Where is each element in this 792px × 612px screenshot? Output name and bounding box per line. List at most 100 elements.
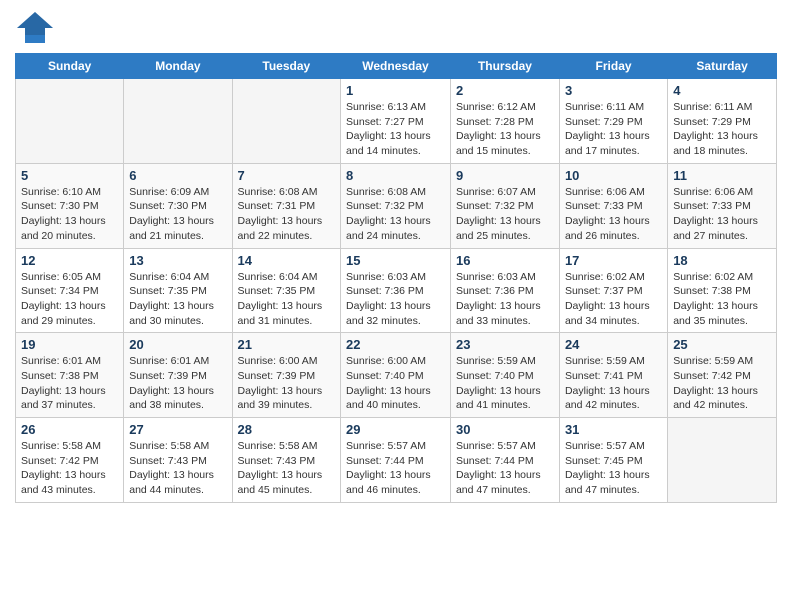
day-number: 24 [565,337,662,352]
calendar-cell: 27 Sunrise: 5:58 AM Sunset: 7:43 PM Dayli… [124,418,232,503]
calendar-cell [16,79,124,164]
calendar-cell: 10 Sunrise: 6:06 AM Sunset: 7:33 PM Dayli… [559,163,667,248]
day-info: Sunrise: 6:03 AM Sunset: 7:36 PM Dayligh… [456,270,554,329]
calendar-cell: 3Sunrise: 6:11 AM Sunset: 7:29 PM Daylig… [559,79,667,164]
day-number: 11 [673,168,771,183]
calendar-cell [124,79,232,164]
day-number: 30 [456,422,554,437]
calendar-cell: 30 Sunrise: 5:57 AM Sunset: 7:44 PM Dayli… [450,418,559,503]
day-info: Sunrise: 5:57 AM Sunset: 7:44 PM Dayligh… [346,439,445,498]
calendar-cell: 13 Sunrise: 6:04 AM Sunset: 7:35 PM Dayli… [124,248,232,333]
day-number: 21 [238,337,335,352]
calendar-week-row: 12 Sunrise: 6:05 AM Sunset: 7:34 PM Dayli… [16,248,777,333]
day-number: 27 [129,422,226,437]
day-info: Sunrise: 6:06 AM Sunset: 7:33 PM Dayligh… [673,185,771,244]
calendar-header-row: SundayMondayTuesdayWednesdayThursdayFrid… [16,54,777,79]
calendar-cell: 17 Sunrise: 6:02 AM Sunset: 7:37 PM Dayli… [559,248,667,333]
day-info: Sunrise: 5:59 AM Sunset: 7:40 PM Dayligh… [456,354,554,413]
day-info: Sunrise: 5:58 AM Sunset: 7:43 PM Dayligh… [129,439,226,498]
day-of-week-header: Friday [559,54,667,79]
day-number: 9 [456,168,554,183]
calendar-cell: 22Sunrise: 6:00 AM Sunset: 7:40 PM Dayli… [341,333,451,418]
day-info: Sunrise: 5:57 AM Sunset: 7:45 PM Dayligh… [565,439,662,498]
day-info: Sunrise: 6:12 AM Sunset: 7:28 PM Dayligh… [456,100,554,159]
calendar-cell: 21 Sunrise: 6:00 AM Sunset: 7:39 PM Dayli… [232,333,340,418]
day-info: Sunrise: 6:08 AM Sunset: 7:31 PM Dayligh… [238,185,335,244]
day-number: 19 [21,337,118,352]
calendar-week-row: 5Sunrise: 6:10 AM Sunset: 7:30 PM Daylig… [16,163,777,248]
calendar-cell: 25Sunrise: 5:59 AM Sunset: 7:42 PM Dayli… [668,333,777,418]
calendar-week-row: 26Sunrise: 5:58 AM Sunset: 7:42 PM Dayli… [16,418,777,503]
day-number: 23 [456,337,554,352]
calendar-cell: 28 Sunrise: 5:58 AM Sunset: 7:43 PM Dayli… [232,418,340,503]
day-number: 1 [346,83,445,98]
day-of-week-header: Tuesday [232,54,340,79]
logo-icon [15,10,55,45]
day-info: Sunrise: 5:59 AM Sunset: 7:41 PM Dayligh… [565,354,662,413]
page: SundayMondayTuesdayWednesdayThursdayFrid… [0,0,792,518]
day-info: Sunrise: 6:01 AM Sunset: 7:38 PM Dayligh… [21,354,118,413]
day-info: Sunrise: 6:09 AM Sunset: 7:30 PM Dayligh… [129,185,226,244]
day-info: Sunrise: 6:04 AM Sunset: 7:35 PM Dayligh… [238,270,335,329]
day-info: Sunrise: 6:05 AM Sunset: 7:34 PM Dayligh… [21,270,118,329]
calendar-cell: 8Sunrise: 6:08 AM Sunset: 7:32 PM Daylig… [341,163,451,248]
calendar-cell: 14 Sunrise: 6:04 AM Sunset: 7:35 PM Dayli… [232,248,340,333]
calendar-cell [668,418,777,503]
calendar-cell: 7 Sunrise: 6:08 AM Sunset: 7:31 PM Daylig… [232,163,340,248]
calendar-cell: 15Sunrise: 6:03 AM Sunset: 7:36 PM Dayli… [341,248,451,333]
day-info: Sunrise: 5:59 AM Sunset: 7:42 PM Dayligh… [673,354,771,413]
calendar-cell [232,79,340,164]
day-info: Sunrise: 6:13 AM Sunset: 7:27 PM Dayligh… [346,100,445,159]
day-info: Sunrise: 6:00 AM Sunset: 7:39 PM Dayligh… [238,354,335,413]
calendar-table: SundayMondayTuesdayWednesdayThursdayFrid… [15,53,777,503]
day-number: 29 [346,422,445,437]
day-number: 18 [673,253,771,268]
day-info: Sunrise: 6:07 AM Sunset: 7:32 PM Dayligh… [456,185,554,244]
day-info: Sunrise: 6:11 AM Sunset: 7:29 PM Dayligh… [673,100,771,159]
day-number: 5 [21,168,118,183]
day-number: 20 [129,337,226,352]
calendar-cell: 23 Sunrise: 5:59 AM Sunset: 7:40 PM Dayli… [450,333,559,418]
calendar-cell: 12 Sunrise: 6:05 AM Sunset: 7:34 PM Dayli… [16,248,124,333]
logo [15,10,59,45]
calendar-cell: 16 Sunrise: 6:03 AM Sunset: 7:36 PM Dayli… [450,248,559,333]
day-info: Sunrise: 6:01 AM Sunset: 7:39 PM Dayligh… [129,354,226,413]
day-number: 28 [238,422,335,437]
calendar-cell: 6 Sunrise: 6:09 AM Sunset: 7:30 PM Daylig… [124,163,232,248]
day-of-week-header: Thursday [450,54,559,79]
calendar-week-row: 19 Sunrise: 6:01 AM Sunset: 7:38 PM Dayli… [16,333,777,418]
day-info: Sunrise: 6:06 AM Sunset: 7:33 PM Dayligh… [565,185,662,244]
day-number: 31 [565,422,662,437]
calendar-cell: 20 Sunrise: 6:01 AM Sunset: 7:39 PM Dayli… [124,333,232,418]
calendar-cell: 9 Sunrise: 6:07 AM Sunset: 7:32 PM Daylig… [450,163,559,248]
day-number: 6 [129,168,226,183]
day-number: 12 [21,253,118,268]
calendar-cell: 5Sunrise: 6:10 AM Sunset: 7:30 PM Daylig… [16,163,124,248]
day-info: Sunrise: 6:03 AM Sunset: 7:36 PM Dayligh… [346,270,445,329]
calendar-cell: 29 Sunrise: 5:57 AM Sunset: 7:44 PM Dayli… [341,418,451,503]
day-number: 4 [673,83,771,98]
day-number: 17 [565,253,662,268]
day-number: 22 [346,337,445,352]
day-of-week-header: Sunday [16,54,124,79]
day-of-week-header: Wednesday [341,54,451,79]
calendar-cell: 18Sunrise: 6:02 AM Sunset: 7:38 PM Dayli… [668,248,777,333]
day-number: 7 [238,168,335,183]
calendar-cell: 19 Sunrise: 6:01 AM Sunset: 7:38 PM Dayli… [16,333,124,418]
calendar-cell: 31 Sunrise: 5:57 AM Sunset: 7:45 PM Dayli… [559,418,667,503]
day-number: 8 [346,168,445,183]
calendar-cell: 4 Sunrise: 6:11 AM Sunset: 7:29 PM Daylig… [668,79,777,164]
day-number: 16 [456,253,554,268]
day-info: Sunrise: 5:58 AM Sunset: 7:43 PM Dayligh… [238,439,335,498]
day-number: 10 [565,168,662,183]
calendar-cell: 11 Sunrise: 6:06 AM Sunset: 7:33 PM Dayli… [668,163,777,248]
calendar-cell: 26Sunrise: 5:58 AM Sunset: 7:42 PM Dayli… [16,418,124,503]
calendar-week-row: 1 Sunrise: 6:13 AM Sunset: 7:27 PM Daylig… [16,79,777,164]
day-number: 13 [129,253,226,268]
day-info: Sunrise: 6:04 AM Sunset: 7:35 PM Dayligh… [129,270,226,329]
day-info: Sunrise: 6:02 AM Sunset: 7:37 PM Dayligh… [565,270,662,329]
day-info: Sunrise: 5:57 AM Sunset: 7:44 PM Dayligh… [456,439,554,498]
day-of-week-header: Monday [124,54,232,79]
header [15,10,777,45]
day-number: 14 [238,253,335,268]
